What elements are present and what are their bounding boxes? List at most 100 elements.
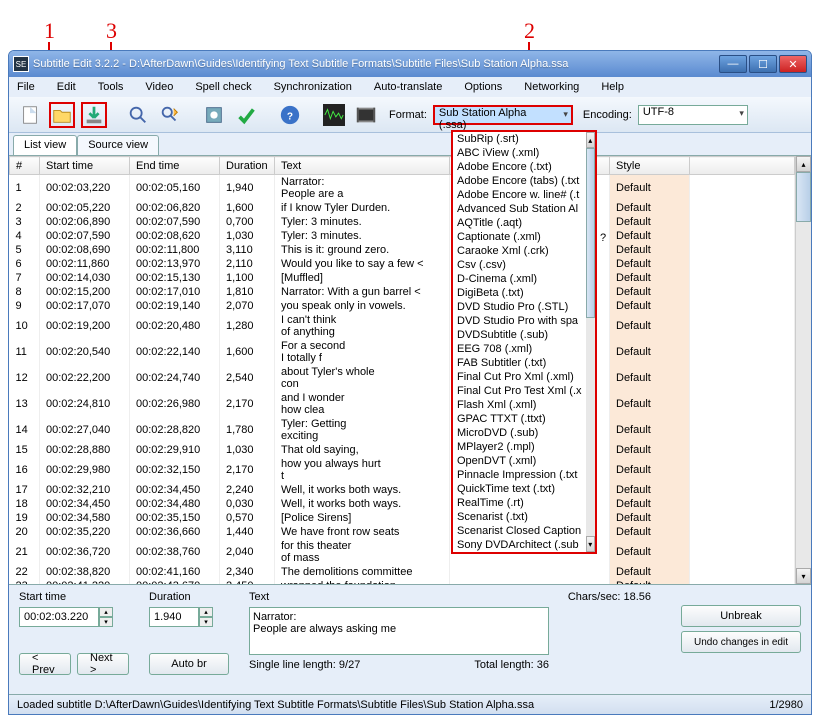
table-row[interactable]: 1500:02:28,88000:02:29,9101,030That old … — [10, 443, 795, 457]
col-style[interactable]: Style — [610, 157, 690, 175]
table-row[interactable]: 500:02:08,69000:02:11,8003,110This is it… — [10, 243, 795, 257]
format-option[interactable]: Final Cut Pro Xml (.xml) — [453, 370, 586, 384]
table-row[interactable]: 1700:02:32,21000:02:34,4502,240Well, it … — [10, 483, 795, 497]
menu-networking[interactable]: Networking — [524, 81, 579, 93]
dd-scroll-thumb[interactable] — [586, 148, 596, 318]
format-option[interactable]: Advanced Sub Station Al — [453, 202, 586, 216]
unbreak-button[interactable]: Unbreak — [681, 605, 801, 627]
table-row[interactable]: 1100:02:20,54000:02:22,1401,600For a sec… — [10, 339, 795, 365]
maximize-button[interactable]: ☐ — [749, 55, 777, 73]
duration-input[interactable] — [149, 607, 199, 627]
grid-scrollbar[interactable]: ▴ ▾ — [795, 156, 811, 584]
text-input[interactable]: Narrator: People are always asking me — [249, 607, 549, 655]
table-row[interactable]: 2100:02:36,72000:02:38,7602,040for this … — [10, 539, 795, 565]
format-option[interactable]: ABC iView (.xml) — [453, 146, 586, 160]
waveform-icon[interactable] — [321, 102, 347, 128]
format-option[interactable]: Adobe Encore w. line# (.t — [453, 188, 586, 202]
table-row[interactable]: 900:02:17,07000:02:19,1402,070you speak … — [10, 299, 795, 313]
col-dur[interactable]: Duration — [220, 157, 275, 175]
table-row[interactable]: 600:02:11,86000:02:13,9702,110Would you … — [10, 257, 795, 271]
open-icon[interactable] — [49, 102, 75, 128]
format-option[interactable]: DVDSubtitle (.sub) — [453, 328, 586, 342]
format-option[interactable]: Adobe Encore (tabs) (.txt — [453, 174, 586, 188]
format-option[interactable]: EEG 708 (.xml) — [453, 342, 586, 356]
menu-autotranslate[interactable]: Auto-translate — [374, 81, 442, 93]
col-text[interactable]: Text — [275, 157, 450, 175]
starttime-input[interactable] — [19, 607, 99, 627]
format-option[interactable]: DVD Studio Pro (.STL) — [453, 300, 586, 314]
tab-listview[interactable]: List view — [13, 135, 77, 155]
format-dropdown[interactable]: SubRip (.srt)ABC iView (.xml)Adobe Encor… — [451, 130, 597, 554]
prev-button[interactable]: < Prev — [19, 653, 71, 675]
format-select[interactable]: Sub Station Alpha (.ssa) — [433, 105, 573, 125]
format-option[interactable]: QuickTime text (.txt) — [453, 482, 586, 496]
table-row[interactable]: 1400:02:27,04000:02:28,8201,780Tyler: Ge… — [10, 417, 795, 443]
format-option[interactable]: MicroDVD (.sub) — [453, 426, 586, 440]
format-option[interactable]: FAB Subtitler (.txt) — [453, 356, 586, 370]
col-num[interactable]: # — [10, 157, 40, 175]
menu-video[interactable]: Video — [145, 81, 173, 93]
encoding-select[interactable]: UTF-8 — [638, 105, 748, 125]
dur-up-icon[interactable]: ▴ — [199, 607, 213, 617]
format-option[interactable]: RealTime (.rt) — [453, 496, 586, 510]
close-button[interactable]: ✕ — [779, 55, 807, 73]
format-option[interactable]: Final Cut Pro Test Xml (.x — [453, 384, 586, 398]
scroll-thumb[interactable] — [796, 172, 811, 222]
menu-spellcheck[interactable]: Spell check — [195, 81, 251, 93]
format-option[interactable]: Adobe Encore (.txt) — [453, 160, 586, 174]
scroll-up-icon[interactable]: ▴ — [796, 156, 811, 172]
table-row[interactable]: 1200:02:22,20000:02:24,7402,540about Tyl… — [10, 365, 795, 391]
col-start[interactable]: Start time — [40, 157, 130, 175]
format-option[interactable]: Scenarist (.txt) — [453, 510, 586, 524]
save-icon[interactable] — [81, 102, 107, 128]
autobr-button[interactable]: Auto br — [149, 653, 229, 675]
undo-button[interactable]: Undo changes in edit — [681, 631, 801, 653]
table-row[interactable]: 2000:02:35,22000:02:36,6601,440We have f… — [10, 525, 795, 539]
format-option[interactable]: AQTitle (.aqt) — [453, 216, 586, 230]
format-option[interactable]: Captionate (.xml) — [453, 230, 586, 244]
format-option[interactable]: OpenDVT (.xml) — [453, 454, 586, 468]
table-row[interactable]: 200:02:05,22000:02:06,8201,600if I know … — [10, 201, 795, 215]
menu-file[interactable]: File — [17, 81, 35, 93]
table-row[interactable]: 300:02:06,89000:02:07,5900,700Tyler: 3 m… — [10, 215, 795, 229]
format-option[interactable]: Sony DVDArchitect (.sub — [453, 538, 586, 552]
format-option[interactable]: Flash Xml (.xml) — [453, 398, 586, 412]
table-row[interactable]: 1000:02:19,20000:02:20,4801,280I can't t… — [10, 313, 795, 339]
minimize-button[interactable]: — — [719, 55, 747, 73]
help-icon[interactable]: ? — [277, 102, 303, 128]
format-option[interactable]: D-Cinema (.xml) — [453, 272, 586, 286]
table-row[interactable]: 2200:02:38,82000:02:41,1602,340The demol… — [10, 565, 795, 579]
format-option[interactable]: DigiBeta (.txt) — [453, 286, 586, 300]
menu-help[interactable]: Help — [601, 81, 624, 93]
table-row[interactable]: 1300:02:24,81000:02:26,9802,170and I won… — [10, 391, 795, 417]
table-row[interactable]: 100:02:03,22000:02:05,1601,940Narrator: … — [10, 175, 795, 202]
settings-icon[interactable] — [201, 102, 227, 128]
format-option[interactable]: Caraoke Xml (.crk) — [453, 244, 586, 258]
menu-options[interactable]: Options — [464, 81, 502, 93]
table-row[interactable]: 1900:02:34,58000:02:35,1500,570[Police S… — [10, 511, 795, 525]
menu-sync[interactable]: Synchronization — [274, 81, 352, 93]
spellcheck-icon[interactable] — [233, 102, 259, 128]
menu-tools[interactable]: Tools — [98, 81, 124, 93]
table-row[interactable]: 1800:02:34,45000:02:34,4800,030Well, it … — [10, 497, 795, 511]
start-down-icon[interactable]: ▾ — [99, 617, 113, 627]
format-option[interactable]: GPAC TTXT (.ttxt) — [453, 412, 586, 426]
replace-icon[interactable] — [157, 102, 183, 128]
format-option[interactable]: Pinnacle Impression (.txt — [453, 468, 586, 482]
format-option[interactable]: DVD Studio Pro with spa — [453, 314, 586, 328]
video-icon[interactable] — [353, 102, 379, 128]
format-option[interactable]: Csv (.csv) — [453, 258, 586, 272]
dd-scroll-down-icon[interactable]: ▾ — [586, 536, 596, 552]
start-up-icon[interactable]: ▴ — [99, 607, 113, 617]
col-end[interactable]: End time — [130, 157, 220, 175]
find-icon[interactable] — [125, 102, 151, 128]
tab-sourceview[interactable]: Source view — [77, 135, 159, 155]
table-row[interactable]: 800:02:15,20000:02:17,0101,810Narrator: … — [10, 285, 795, 299]
next-button[interactable]: Next > — [77, 653, 129, 675]
menu-edit[interactable]: Edit — [57, 81, 76, 93]
format-option[interactable]: Scenarist Closed Caption — [453, 524, 586, 538]
new-icon[interactable] — [17, 102, 43, 128]
format-option[interactable]: MPlayer2 (.mpl) — [453, 440, 586, 454]
format-option[interactable]: SubRip (.srt) — [453, 132, 586, 146]
dur-down-icon[interactable]: ▾ — [199, 617, 213, 627]
